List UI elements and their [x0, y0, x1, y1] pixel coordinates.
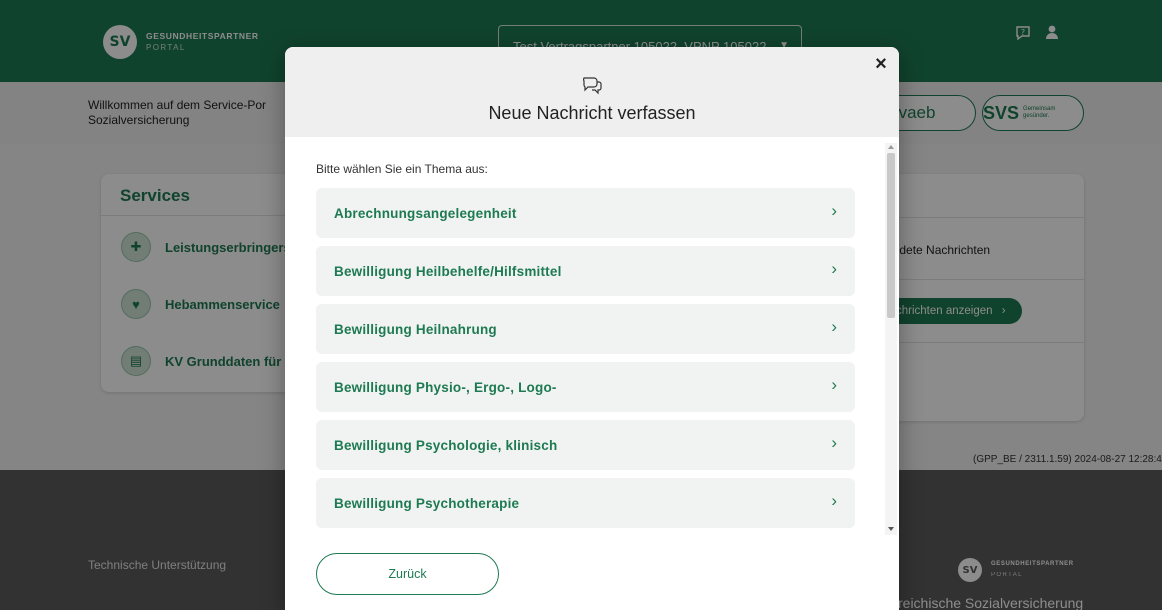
topic-prompt: Bitte wählen Sie ein Thema aus:	[316, 162, 488, 176]
topic-item[interactable]: Bewilligung Heilnahrung ›	[316, 304, 855, 354]
scrollbar[interactable]	[885, 143, 897, 535]
topic-item[interactable]: Bewilligung Physio-, Ergo-, Logo- ›	[316, 362, 855, 412]
chat-bubbles-icon	[285, 75, 899, 99]
topic-item[interactable]: Bewilligung Heilbehelfe/Hilfsmittel ›	[316, 246, 855, 296]
scroll-up-arrow-icon[interactable]	[888, 145, 894, 149]
chevron-right-icon: ›	[831, 375, 837, 394]
chevron-right-icon: ›	[831, 259, 837, 278]
topic-item[interactable]: Bewilligung Psychologie, klinisch ›	[316, 420, 855, 470]
dialog-header: Neue Nachricht verfassen ×	[285, 47, 899, 137]
close-icon[interactable]: ×	[871, 54, 891, 76]
scrollbar-thumb[interactable]	[887, 153, 895, 318]
scroll-down-arrow-icon[interactable]	[888, 527, 894, 531]
chevron-right-icon: ›	[831, 433, 837, 452]
dialog-body: Bitte wählen Sie ein Thema aus: Abrechnu…	[285, 137, 887, 537]
chevron-right-icon: ›	[831, 491, 837, 510]
dialog-title: Neue Nachricht verfassen	[488, 103, 696, 123]
topic-list: Abrechnungsangelegenheit › Bewilligung H…	[316, 188, 855, 536]
topic-item[interactable]: Abrechnungsangelegenheit ›	[316, 188, 855, 238]
chevron-right-icon: ›	[831, 201, 837, 220]
topic-item[interactable]: Bewilligung Psychotherapie ›	[316, 478, 855, 528]
chevron-right-icon: ›	[831, 317, 837, 336]
new-message-dialog: Neue Nachricht verfassen × Bitte wählen …	[285, 47, 899, 610]
back-button[interactable]: Zurück	[316, 553, 499, 595]
